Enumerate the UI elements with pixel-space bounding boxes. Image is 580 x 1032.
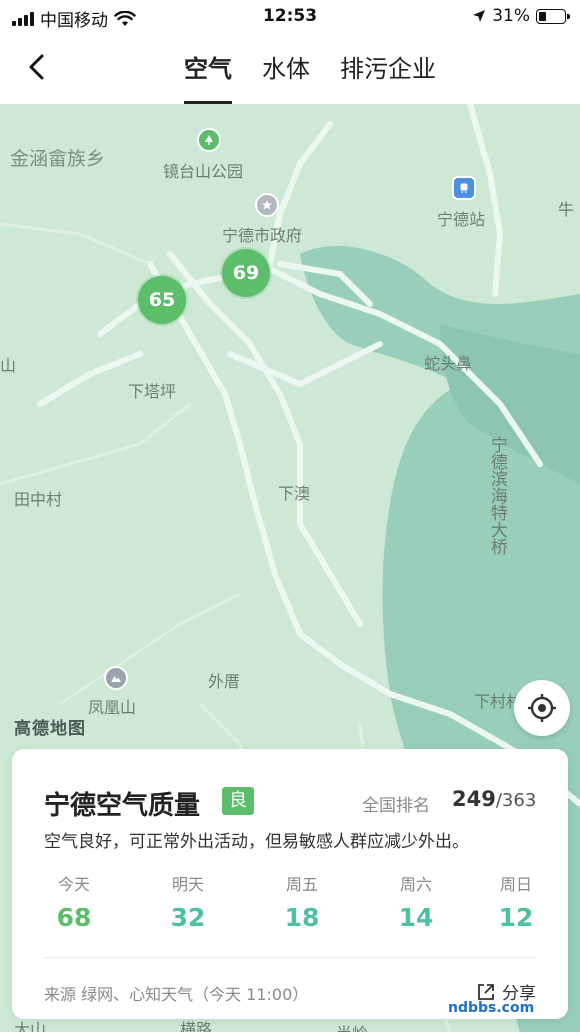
battery-fill bbox=[539, 11, 547, 21]
rank-value: 249/363 bbox=[452, 787, 536, 811]
map-label: 金涵畲族乡 bbox=[10, 148, 106, 170]
forecast-value: 32 bbox=[170, 903, 206, 932]
divider bbox=[44, 957, 536, 958]
park-icon bbox=[197, 128, 221, 152]
forecast-item: 今天 68 bbox=[44, 871, 104, 932]
forecast-day: 周日 bbox=[499, 875, 532, 894]
aqi-level-badge: 良 bbox=[222, 787, 254, 815]
card-title: 宁德空气质量 bbox=[44, 791, 201, 821]
forecast-item: 周五 18 bbox=[272, 871, 332, 932]
tab-bar: 空气 水体 排污企业 bbox=[0, 34, 580, 104]
train-station-icon bbox=[452, 176, 476, 200]
nav-bar: 空气 水体 排污企业 bbox=[0, 34, 580, 104]
forecast-value: 14 bbox=[398, 903, 434, 932]
aqi-description: 空气良好，可正常外出活动，但易敏感人群应减少外出。 bbox=[44, 832, 469, 852]
aqi-marker[interactable]: 65 bbox=[138, 276, 186, 324]
crosshair-icon bbox=[528, 694, 556, 722]
rank-number: 249 bbox=[452, 787, 496, 811]
map-label: 蛇头鼻 bbox=[424, 354, 473, 373]
map-label: 凤凰山 bbox=[88, 698, 137, 717]
map-label: 镜台山公园 bbox=[163, 162, 244, 181]
watermark: ndbbs.com bbox=[448, 1000, 535, 1016]
mountain-icon bbox=[104, 666, 128, 690]
map-label: 下塔坪 bbox=[128, 382, 177, 401]
forecast-day: 今天 bbox=[57, 875, 90, 894]
aqi-marker[interactable]: 69 bbox=[222, 249, 270, 297]
battery-percent: 31% bbox=[492, 6, 530, 26]
map-label: 外厝 bbox=[208, 672, 241, 691]
location-arrow-icon bbox=[473, 10, 486, 22]
forecast-value: 12 bbox=[498, 903, 534, 932]
map-provider-logo: 高德地图 bbox=[14, 719, 86, 739]
battery-icon bbox=[536, 8, 570, 24]
locate-button[interactable] bbox=[514, 680, 570, 736]
forecast-item: 周日 12 bbox=[486, 871, 546, 932]
tab-air[interactable]: 空气 bbox=[184, 34, 232, 104]
map-label: 下澳 bbox=[278, 484, 311, 503]
map-label: 牛 bbox=[558, 200, 575, 219]
tab-water[interactable]: 水体 bbox=[262, 34, 310, 104]
map-label: 田中村 bbox=[14, 490, 63, 509]
forecast-value: 18 bbox=[284, 903, 320, 932]
map-label: 山 bbox=[0, 356, 17, 375]
share-icon bbox=[478, 983, 494, 1000]
air-quality-card: 宁德空气质量 良 全国排名 249/363 空气良好，可正常外出活动，但易敏感人… bbox=[12, 749, 568, 1019]
status-right: 31% bbox=[472, 6, 570, 26]
forecast-item: 周六 14 bbox=[386, 871, 446, 932]
status-bar: 中国移动 12:53 31% bbox=[0, 0, 580, 34]
government-icon bbox=[255, 193, 279, 217]
map-label: 宁德市政府 bbox=[222, 226, 303, 245]
forecast-day: 明天 bbox=[171, 875, 204, 894]
rank-label: 全国排名 bbox=[362, 796, 430, 816]
forecast-day: 周六 bbox=[399, 875, 432, 894]
tab-polluters[interactable]: 排污企业 bbox=[340, 34, 436, 104]
data-source: 来源 绿网、心知天气（今天 11:00） bbox=[44, 985, 309, 1004]
map-label: 宁德滨海特大桥 bbox=[486, 436, 507, 555]
map-label: 半岭 bbox=[336, 1020, 368, 1032]
forecast-value: 68 bbox=[56, 903, 92, 932]
map-label: 宁德站 bbox=[437, 210, 486, 229]
forecast-item: 明天 32 bbox=[158, 871, 218, 932]
rank-total: /363 bbox=[495, 790, 537, 811]
forecast-day: 周五 bbox=[285, 875, 318, 894]
forecast-row: 今天 68 明天 32 周五 18 周六 14 周日 12 bbox=[44, 871, 536, 941]
